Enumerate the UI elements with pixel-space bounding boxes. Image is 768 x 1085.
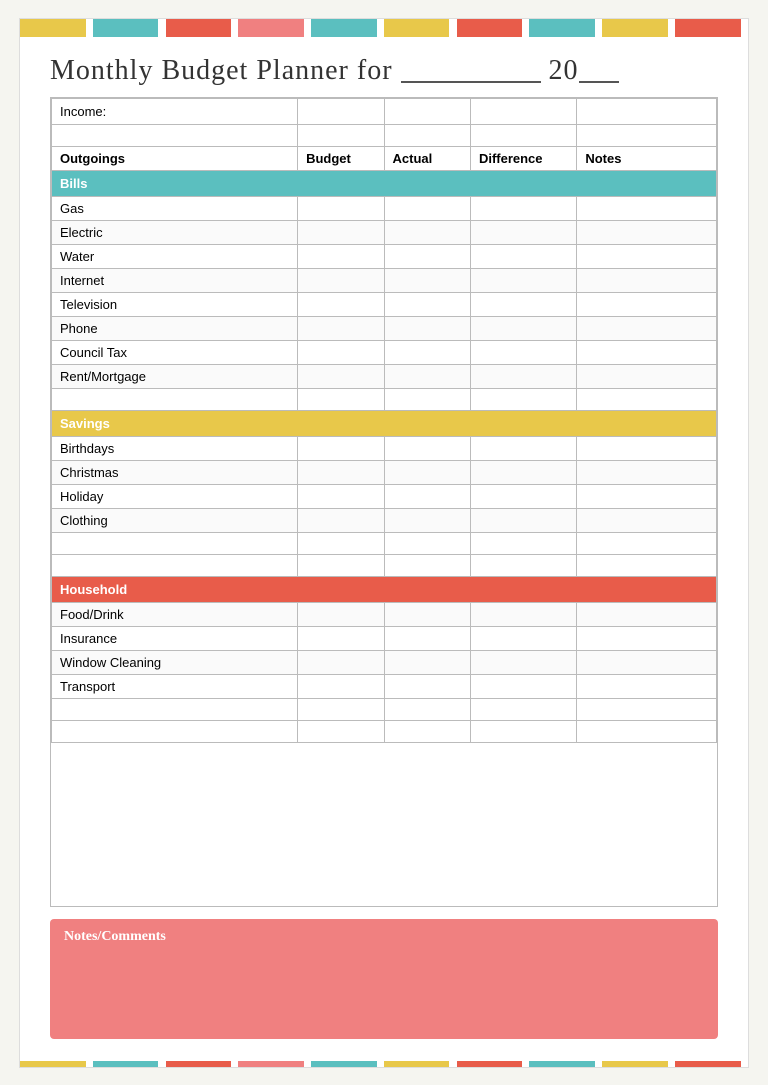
- page: Monthly Budget Planner for 20 Income: Ou…: [19, 18, 749, 1068]
- row-television: Television: [52, 292, 717, 316]
- bottom-deco-bar: [20, 1049, 748, 1067]
- item-internet: Internet: [52, 268, 298, 292]
- item-clothing: Clothing: [52, 508, 298, 532]
- savings-label: Savings: [52, 410, 717, 436]
- row-water: Water: [52, 244, 717, 268]
- empty-row-3: [52, 532, 717, 554]
- bills-label: Bills: [52, 170, 717, 196]
- title-part2: 20: [541, 55, 579, 86]
- item-insurance: Insurance: [52, 626, 298, 650]
- item-birthdays: Birthdays: [52, 436, 298, 460]
- row-phone: Phone: [52, 316, 717, 340]
- item-water: Water: [52, 244, 298, 268]
- top-deco-bar: [20, 19, 748, 37]
- row-rent-mortgage: Rent/Mortgage: [52, 364, 717, 388]
- notes-comments-section: Notes/Comments: [50, 919, 718, 1039]
- empty-row-1: [52, 124, 717, 146]
- item-food-drink: Food/Drink: [52, 602, 298, 626]
- col-budget: Budget: [298, 146, 384, 170]
- item-christmas: Christmas: [52, 460, 298, 484]
- row-christmas: Christmas: [52, 460, 717, 484]
- row-window-cleaning: Window Cleaning: [52, 650, 717, 674]
- item-electric: Electric: [52, 220, 298, 244]
- row-clothing: Clothing: [52, 508, 717, 532]
- row-transport: Transport: [52, 674, 717, 698]
- empty-row-2: [52, 388, 717, 410]
- row-gas: Gas: [52, 196, 717, 220]
- item-gas: Gas: [52, 196, 298, 220]
- row-electric: Electric: [52, 220, 717, 244]
- notes-label: Notes/Comments: [64, 929, 704, 945]
- item-council-tax: Council Tax: [52, 340, 298, 364]
- empty-row-6: [52, 720, 717, 742]
- budget-table-container: Income: Outgoings Budget Actual Differen…: [50, 97, 718, 907]
- row-internet: Internet: [52, 268, 717, 292]
- col-notes: Notes: [577, 146, 717, 170]
- column-header-row: Outgoings Budget Actual Difference Notes: [52, 146, 717, 170]
- title-part1: Monthly Budget Planner for: [50, 55, 401, 86]
- title-line: [401, 81, 541, 83]
- col-difference: Difference: [470, 146, 576, 170]
- item-television: Television: [52, 292, 298, 316]
- row-insurance: Insurance: [52, 626, 717, 650]
- item-phone: Phone: [52, 316, 298, 340]
- title-area: Monthly Budget Planner for 20: [20, 37, 748, 97]
- title-year-line: [579, 81, 619, 83]
- bills-header-row: Bills: [52, 170, 717, 196]
- item-holiday: Holiday: [52, 484, 298, 508]
- item-rent-mortgage: Rent/Mortgage: [52, 364, 298, 388]
- income-label: Income:: [52, 98, 298, 124]
- col-outgoings: Outgoings: [52, 146, 298, 170]
- budget-table: Income: Outgoings Budget Actual Differen…: [51, 98, 717, 743]
- household-header-row: Household: [52, 576, 717, 602]
- col-actual: Actual: [384, 146, 470, 170]
- row-holiday: Holiday: [52, 484, 717, 508]
- income-row: Income:: [52, 98, 717, 124]
- empty-row-5: [52, 698, 717, 720]
- savings-header-row: Savings: [52, 410, 717, 436]
- row-birthdays: Birthdays: [52, 436, 717, 460]
- row-council-tax: Council Tax: [52, 340, 717, 364]
- household-label: Household: [52, 576, 717, 602]
- empty-row-4: [52, 554, 717, 576]
- item-transport: Transport: [52, 674, 298, 698]
- item-window-cleaning: Window Cleaning: [52, 650, 298, 674]
- page-title: Monthly Budget Planner for 20: [50, 55, 619, 86]
- row-food-drink: Food/Drink: [52, 602, 717, 626]
